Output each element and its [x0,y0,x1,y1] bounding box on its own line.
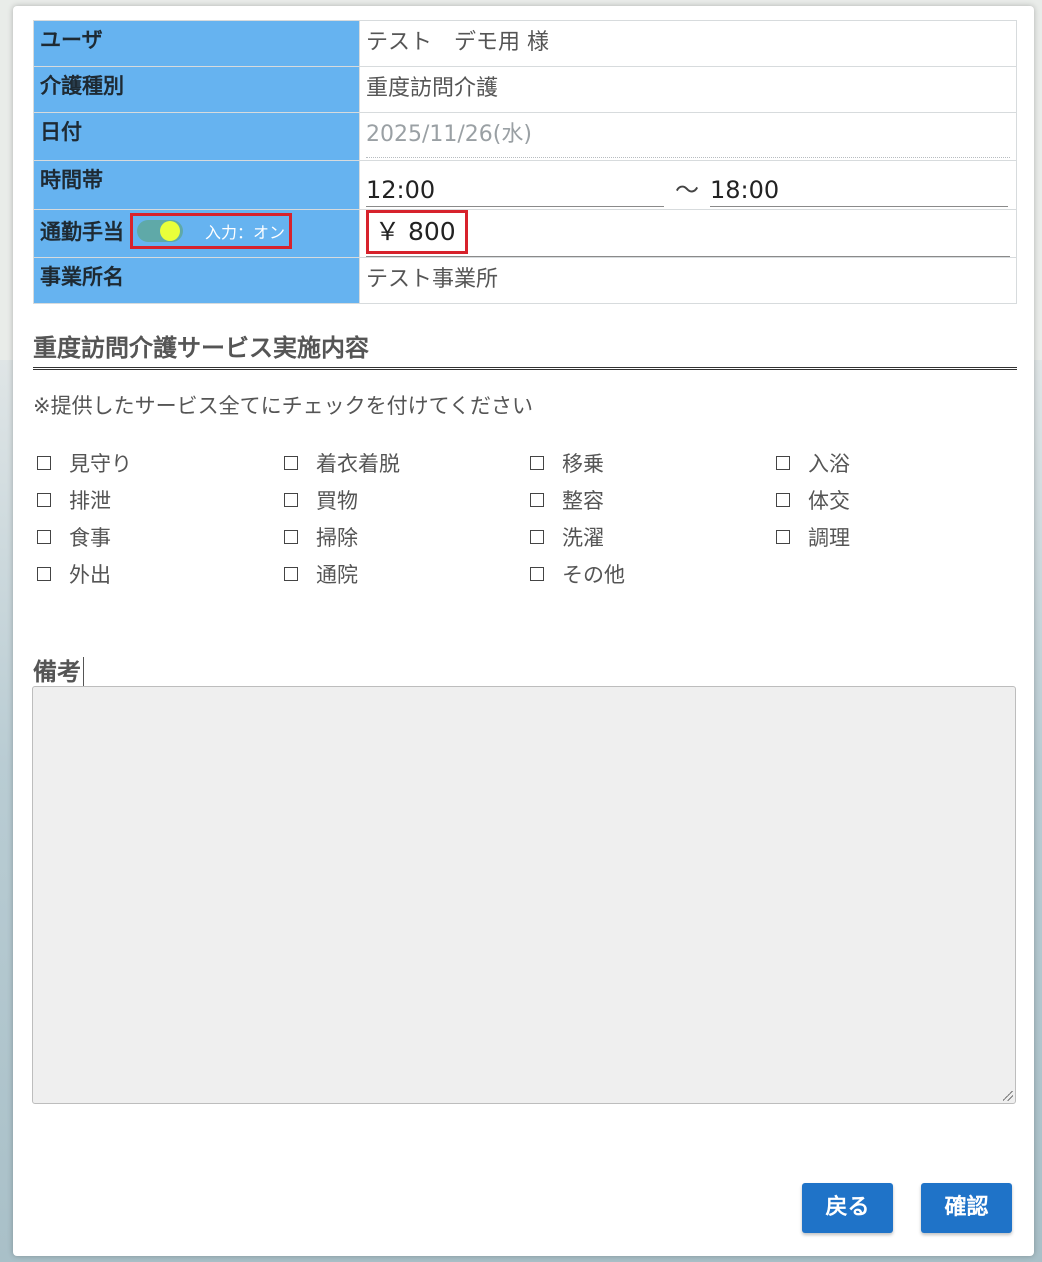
check-item-shokuji[interactable]: 食事 [33,522,111,552]
row-date: 日付 2025/11/26(水) [33,112,1017,161]
commute-input-toggle[interactable]: 入力：オン [130,213,292,249]
care-type-label: 介護種別 [33,66,360,113]
row-user: ユーザ テスト デモ用 様 [33,20,1017,67]
office-label: 事業所名 [33,257,360,304]
checkbox[interactable] [37,456,51,470]
check-item-taiko[interactable]: 体交 [772,485,850,515]
check-item-mimamori[interactable]: 見守り [33,448,132,478]
check-item-chakui[interactable]: 着衣着脱 [280,448,400,478]
check-item-seiyo[interactable]: 整容 [526,485,604,515]
remarks-label: 備考 [33,652,84,689]
check-item-chori[interactable]: 調理 [772,522,850,552]
checkbox[interactable] [530,567,544,581]
checkbox[interactable] [530,530,544,544]
check-label: 見守り [69,452,132,476]
service-record-dialog: ユーザ テスト デモ用 様 介護種別 重度訪問介護 日付 2025/11/26(… [13,6,1034,1256]
end-time-input[interactable]: 18:00 [710,176,1008,207]
checkbox[interactable] [284,493,298,507]
check-label: 洗濯 [562,526,604,550]
toggle-switch[interactable] [137,220,183,242]
row-office: 事業所名 テスト事業所 [33,257,1017,304]
check-label: 入浴 [808,452,850,476]
checkbox[interactable] [776,493,790,507]
check-label: 食事 [69,526,111,550]
time-label: 時間帯 [33,160,360,210]
check-item-gaishutsu[interactable]: 外出 [33,559,111,589]
check-label: 体交 [808,489,850,513]
office-value: テスト事業所 [366,267,499,292]
toggle-knob [160,221,180,241]
check-item-haisetsu[interactable]: 排泄 [33,485,111,515]
time-separator: ～ [675,176,699,204]
check-label: 外出 [69,563,111,587]
checkbox[interactable] [37,567,51,581]
back-button[interactable]: 戻る [802,1183,893,1233]
service-note: ※提供したサービス全てにチェックを付けてください [33,394,533,418]
checkbox[interactable] [284,530,298,544]
user-value: テスト デモ用 様 [366,30,549,55]
check-item-nyuyoku[interactable]: 入浴 [772,448,850,478]
check-label: 整容 [562,489,604,513]
checkbox[interactable] [530,493,544,507]
commute-label: 通勤手当 [40,220,124,244]
commute-fee-field[interactable]: ￥ 800 [366,210,1010,257]
check-label: 移乗 [562,452,604,476]
date-field[interactable]: 2025/11/26(水) [366,113,1010,158]
row-commute: 通勤手当 入力：オン ￥ 800 [33,209,1017,258]
checkbox[interactable] [776,530,790,544]
check-label: 着衣着脱 [316,452,400,476]
text-cursor [83,657,84,689]
service-section-title: 重度訪問介護サービス実施内容 [33,328,1017,370]
check-item-sentaku[interactable]: 洗濯 [526,522,604,552]
row-time: 時間帯 12:00 ～ 18:00 [33,160,1017,210]
remarks-textarea[interactable] [32,686,1016,1104]
start-time-input[interactable]: 12:00 [366,176,664,207]
check-item-kaimono[interactable]: 買物 [280,485,358,515]
checkbox[interactable] [284,567,298,581]
user-label: ユーザ [33,20,360,67]
row-care-type: 介護種別 重度訪問介護 [33,66,1017,113]
checkbox[interactable] [284,456,298,470]
remarks-label-text: 備考 [33,658,81,686]
checkbox[interactable] [37,493,51,507]
confirm-button[interactable]: 確認 [921,1183,1012,1233]
checkbox[interactable] [776,456,790,470]
check-item-soji[interactable]: 掃除 [280,522,358,552]
check-item-ijo[interactable]: 移乗 [526,448,604,478]
check-label: 調理 [808,526,850,550]
toggle-status-label: 入力：オン [205,223,286,242]
check-item-sonota[interactable]: その他 [526,559,625,589]
date-label: 日付 [33,112,360,161]
checkbox[interactable] [37,530,51,544]
check-label: 買物 [316,489,358,513]
info-table: ユーザ テスト デモ用 様 介護種別 重度訪問介護 日付 2025/11/26(… [33,20,1017,304]
checkbox[interactable] [530,456,544,470]
textarea-resize-handle[interactable] [1003,1091,1013,1101]
check-label: 掃除 [316,526,358,550]
care-type-value: 重度訪問介護 [366,76,499,101]
check-item-tsuin[interactable]: 通院 [280,559,358,589]
commute-fee-value[interactable]: ￥ 800 [366,210,468,254]
check-label: 排泄 [69,489,111,513]
check-label: 通院 [316,563,358,587]
check-label: その他 [562,563,625,587]
